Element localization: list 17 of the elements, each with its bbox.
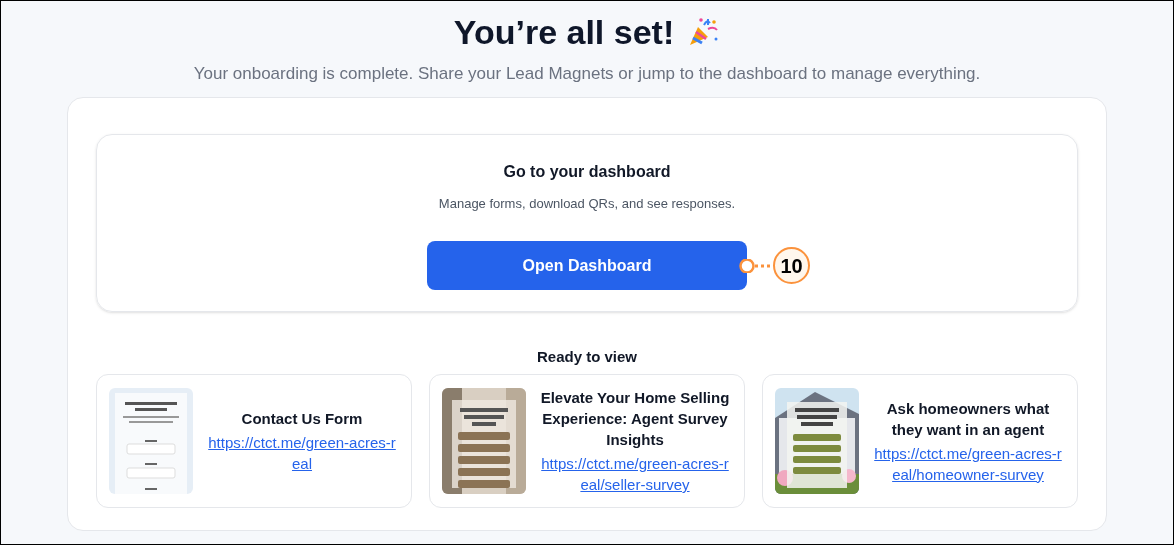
lead-magnet-card[interactable]: Ask homeowners what they want in an agent https://ctct.me/green-acres-real/homeowner-survey [762, 374, 1078, 508]
callout-connector [737, 258, 773, 273]
ready-title: Ready to view [535, 346, 638, 367]
lead-magnet-link[interactable]: https://ctct.me/green-acres-real [205, 432, 399, 474]
lead-magnet-title: Ask homeowners what they want in an agent [885, 398, 1051, 440]
dashboard-title: Go to your dashboard [503, 161, 671, 182]
open-dashboard-button[interactable]: Open Dashboard [427, 241, 747, 290]
page-title: You’re all set! [453, 12, 675, 53]
page-subtitle: Your onboarding is complete. Share your Lead Magnets or jump to the dashboard to manage everything. [193, 63, 981, 85]
lead-magnet-card[interactable]: Contact Us Form https://ctct.me/green-acres-real [96, 374, 412, 508]
lead-magnet-link[interactable]: https://ctct.me/green-acres-real/seller-survey [538, 453, 732, 495]
lead-magnet-title: Elevate Your Home Selling Experience: Agent Survey Insights [539, 388, 731, 450]
lead-magnet-title: Contact Us Form [241, 409, 363, 429]
callout-badge: 10 [773, 247, 810, 284]
lead-magnet-card[interactable]: Elevate Your Home Selling Experience: Agent Survey Insights https://ctct.me/green-acres-real/seller-survey [429, 374, 745, 508]
dashboard-description: Manage forms, download QRs, and see responses. [438, 194, 736, 213]
lead-magnet-link[interactable]: https://ctct.me/green-acres-real/homeowner-survey [871, 442, 1065, 485]
